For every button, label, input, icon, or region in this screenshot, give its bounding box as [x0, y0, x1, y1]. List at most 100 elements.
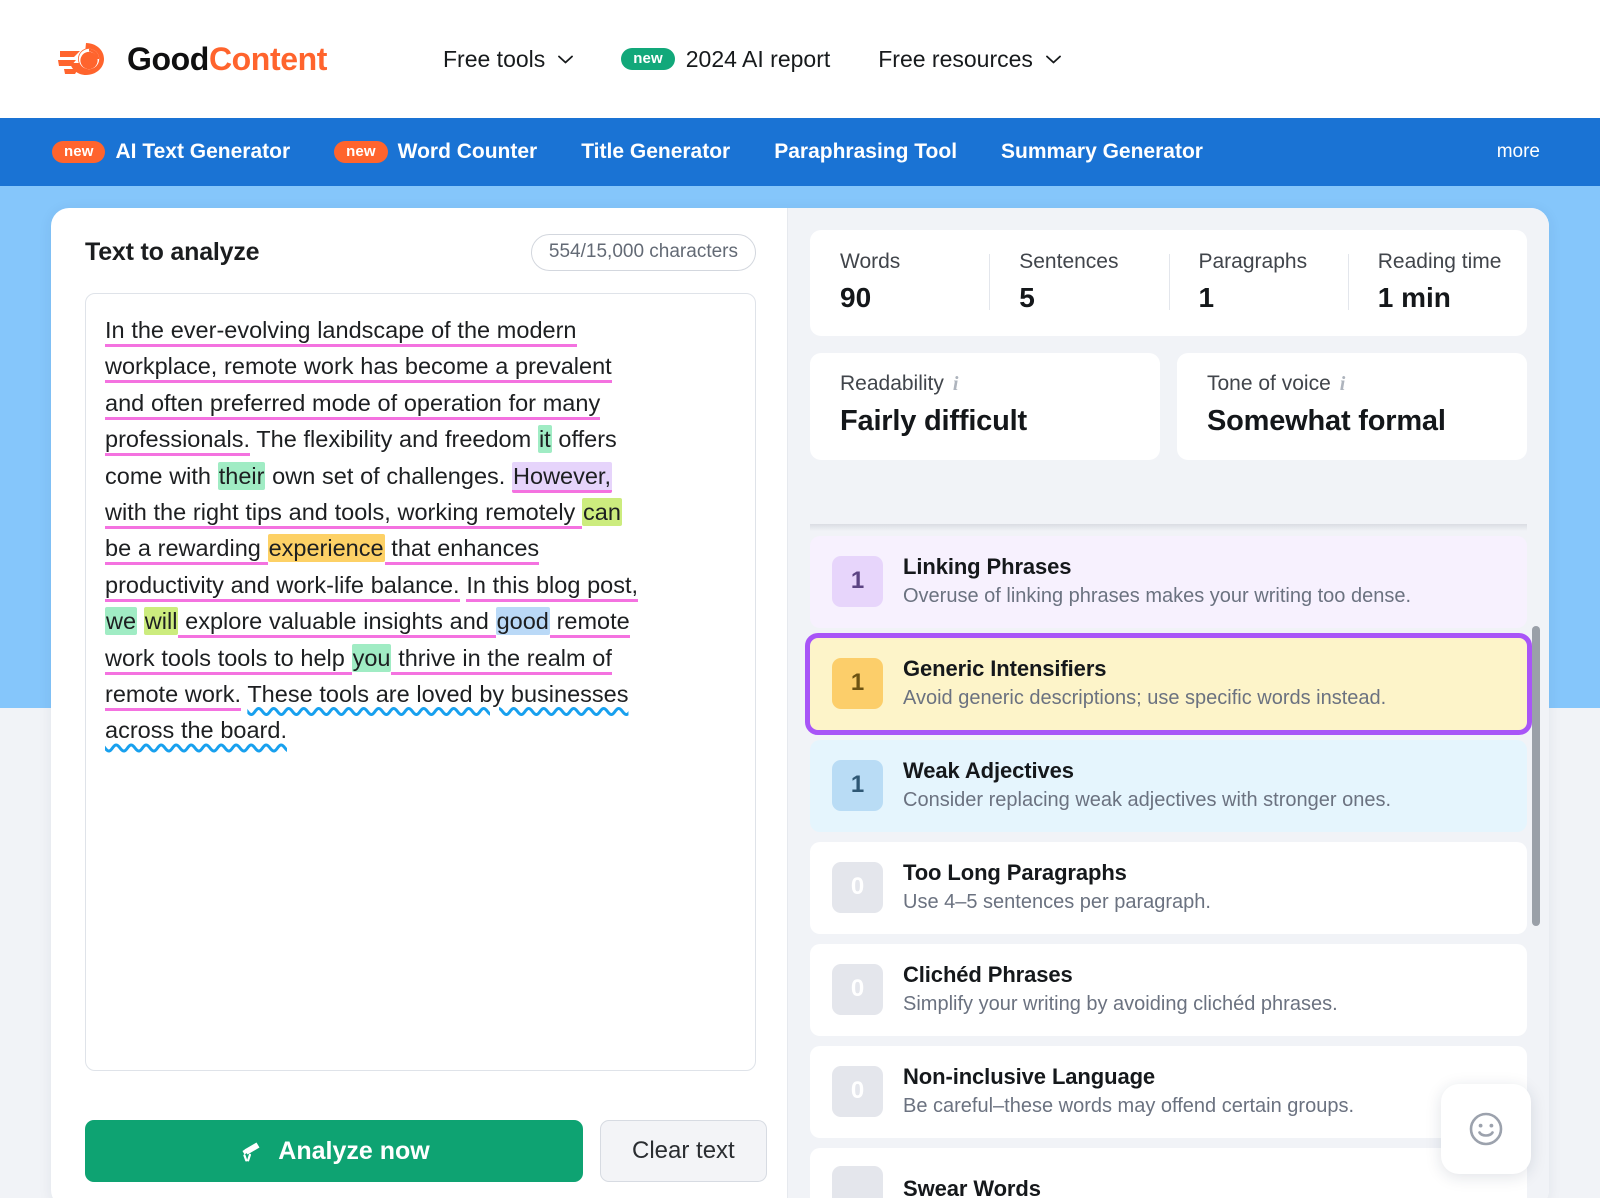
issue-title: Too Long Paragraphs: [903, 860, 1211, 886]
nav-item-free-resources[interactable]: Free resources: [854, 46, 1085, 73]
editor-marked-text: that enhances: [385, 535, 540, 565]
scrollbar-thumb[interactable]: [1532, 626, 1540, 926]
issue-count-badge: 0: [832, 862, 883, 913]
editor-marked-text: productivity and work-life balance.: [105, 572, 460, 602]
meter-label: Readability i: [840, 372, 1160, 396]
new-badge: new: [621, 48, 674, 70]
stat-value: 5: [1019, 282, 1168, 314]
editor-marked-text: professionals.: [105, 426, 250, 456]
editor-marked-text: be a rewarding: [105, 535, 268, 565]
nav-item-2024-ai-report[interactable]: new 2024 AI report: [597, 46, 854, 73]
issue-description: Avoid generic descriptions; use specific…: [903, 687, 1386, 710]
tools-toolbar: new AI Text Generator new Word Counter T…: [0, 118, 1600, 186]
stats-card: Words90Sentences5Paragraphs1Reading time…: [810, 230, 1527, 336]
issue-count-badge: 1: [832, 760, 883, 811]
issues-panel: 1Linking PhrasesOveruse of linking phras…: [788, 524, 1549, 1198]
editor-marked-text: remote work.: [105, 681, 241, 711]
issue-card-linking-phrases[interactable]: 1Linking PhrasesOveruse of linking phras…: [810, 536, 1527, 628]
editor-marked-text: you: [352, 644, 392, 672]
tab-ai-text-generator[interactable]: new AI Text Generator: [52, 140, 312, 164]
brand-name: GoodContent: [127, 41, 327, 78]
issue-title: Weak Adjectives: [903, 758, 1391, 784]
editor-marked-text: we: [105, 607, 137, 635]
editor-line: professionals. The flexibility and freed…: [105, 421, 735, 457]
editor-marked-text: will: [144, 607, 179, 635]
issue-card-swear-words[interactable]: Swear Words: [810, 1148, 1527, 1198]
issue-card-clich-d-phrases[interactable]: 0 Clichéd Phrases Simplify your writing by…: [810, 944, 1527, 1036]
editor-marked-text: explore valuable insights and: [178, 608, 495, 638]
editor-line: be a rewarding experience that enhances: [105, 530, 735, 566]
editor-text: come with: [105, 463, 218, 489]
stat-label: Words: [840, 250, 989, 274]
meter-label-text: Readability: [840, 372, 944, 396]
tab-summary-generator[interactable]: Summary Generator: [979, 140, 1225, 164]
brand-logo[interactable]: GoodContent: [58, 39, 327, 79]
nav-item-free-tools[interactable]: Free tools: [419, 46, 597, 73]
editor-text: The flexibility and freedom: [250, 426, 538, 452]
editor-line: In the ever-evolving landscape of the mo…: [105, 312, 735, 348]
page-body: Text to analyze 554/15,000 characters In…: [0, 186, 1600, 1198]
toolbar-more-button[interactable]: more: [1497, 141, 1544, 163]
nav-label-2024-ai-report: 2024 AI report: [686, 46, 831, 73]
feedback-button[interactable]: [1441, 1084, 1531, 1174]
chevron-down-icon: [1046, 55, 1061, 64]
issue-count-badge: 0: [832, 964, 883, 1015]
issues-divider: [810, 524, 1527, 531]
issue-title: Clichéd Phrases: [903, 962, 1338, 988]
results-scrollbar[interactable]: [1532, 626, 1540, 1142]
issue-card-too-long-paragraphs[interactable]: 0 Too Long Paragraphs Use 4–5 sentences pe…: [810, 842, 1527, 934]
issue-card-non-inclusive-language[interactable]: 0Non-inclusive LanguageBe careful–these …: [810, 1046, 1527, 1138]
editor-text: [137, 608, 144, 634]
editor-marked-text: In this blog post,: [466, 572, 638, 602]
editor-line: and often preferred mode of operation fo…: [105, 385, 735, 421]
info-icon[interactable]: i: [953, 373, 959, 396]
issue-description: Simplify your writing by avoiding cliché…: [903, 993, 1338, 1016]
editor-line: across the board.: [105, 712, 735, 748]
tab-label-ai-text-generator: AI Text Generator: [115, 140, 290, 164]
issue-card-weak-adjectives[interactable]: 1 Weak Adjectives Consider replacing weak …: [810, 740, 1527, 832]
stat-value: 1 min: [1378, 282, 1527, 314]
clear-text-button[interactable]: Clear text: [600, 1120, 767, 1182]
stat-label: Paragraphs: [1199, 250, 1348, 274]
issue-title: Linking Phrases: [903, 554, 1411, 580]
text-input-pane: Text to analyze 554/15,000 characters In…: [51, 208, 788, 1198]
analyze-now-label: Analyze now: [278, 1137, 429, 1166]
analyze-now-button[interactable]: Analyze now: [85, 1120, 583, 1182]
issue-title: Generic Intensifiers: [903, 656, 1386, 682]
editor-marked-text: remote: [550, 608, 630, 638]
issue-count-badge: 0: [832, 1066, 883, 1117]
editor-line: productivity and work-life balance. In t…: [105, 567, 735, 603]
telescope-icon: [238, 1138, 264, 1164]
stat-paragraphs: Paragraphs1: [1169, 250, 1348, 314]
tab-label-title-generator: Title Generator: [581, 140, 730, 164]
tab-word-counter[interactable]: new Word Counter: [312, 140, 559, 164]
editor-line: work tools tools to help you thrive in t…: [105, 640, 735, 676]
issue-title: Swear Words: [903, 1176, 1041, 1198]
issue-description: Consider replacing weak adjectives with …: [903, 789, 1391, 812]
text-editor[interactable]: In the ever-evolving landscape of the mo…: [85, 293, 756, 1071]
meter-label-text: Tone of voice: [1207, 372, 1331, 396]
editor-marked-text: thrive in the realm of: [391, 645, 611, 675]
issue-card-generic-intensifiers[interactable]: 1Generic IntensifiersAvoid generic descr…: [810, 638, 1527, 730]
issue-count-badge: [832, 1166, 883, 1198]
info-icon[interactable]: i: [1340, 373, 1346, 396]
meter-readability: ReadabilityiFairly difficult: [810, 353, 1160, 460]
editor-text: own set of challenges.: [265, 463, 512, 489]
new-badge: new: [334, 141, 387, 163]
issue-text: Swear Words: [903, 1176, 1041, 1198]
editor-marked-text: across the board.: [105, 717, 287, 743]
tab-label-summary-generator: Summary Generator: [1001, 140, 1203, 164]
issue-description: Use 4–5 sentences per paragraph.: [903, 891, 1211, 914]
editor-line: workplace, remote work has become a prev…: [105, 348, 735, 384]
issue-text: Clichéd Phrases Simplify your writing by …: [903, 962, 1338, 1016]
meter-value: Somewhat formal: [1207, 405, 1527, 438]
issue-text: Weak Adjectives Consider replacing weak a…: [903, 758, 1391, 812]
editor-marked-text: work tools tools to help: [105, 645, 352, 675]
tab-paraphrasing-tool[interactable]: Paraphrasing Tool: [752, 140, 979, 164]
stat-sentences: Sentences5: [989, 250, 1168, 314]
editor-marked-text: good: [496, 607, 550, 635]
meters-row: ReadabilityiFairly difficultTone of voic…: [810, 353, 1527, 460]
tab-title-generator[interactable]: Title Generator: [559, 140, 752, 164]
issue-text: Too Long Paragraphs Use 4–5 sentences per…: [903, 860, 1211, 914]
clear-text-label: Clear text: [632, 1137, 735, 1164]
